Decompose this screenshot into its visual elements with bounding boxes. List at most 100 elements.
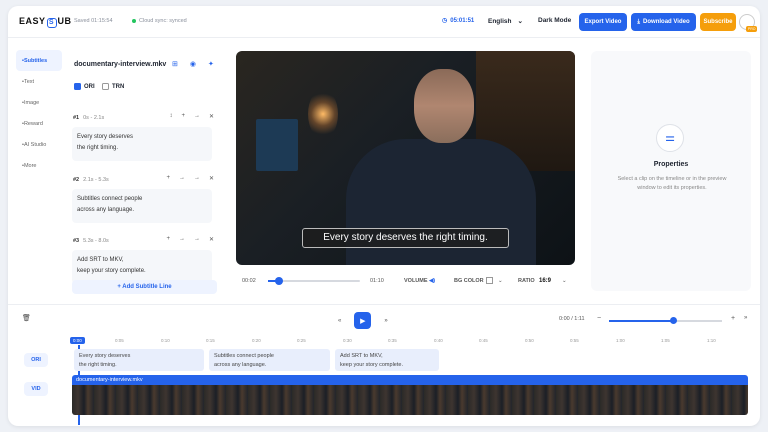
- subtitle-caption[interactable]: Every story deserves the right timing.: [302, 228, 509, 248]
- sync-dot-icon: [132, 19, 136, 23]
- subtitle-item[interactable]: #1 0s - 2.1s ↕ + → ✕ Every story deserves the…: [68, 113, 220, 161]
- close-icon[interactable]: ✕: [209, 236, 214, 243]
- cloud-sync-status: Cloud sync: synced: [132, 18, 187, 24]
- video-thumbnails: [72, 385, 748, 415]
- subtitle-clip[interactable]: Add SRT to MKV, keep your story complete.: [335, 349, 439, 371]
- ruler-tick: 1:00: [616, 338, 625, 343]
- close-icon[interactable]: ✕: [209, 113, 214, 120]
- ruler-tick: 0:35: [388, 338, 397, 343]
- pro-badge: PRO: [746, 26, 757, 32]
- rewind-icon[interactable]: «: [338, 318, 341, 324]
- trn-checkbox[interactable]: TRN: [102, 83, 124, 90]
- magic-icon[interactable]: ✦: [208, 60, 214, 68]
- ori-checkbox[interactable]: ORI: [74, 83, 95, 90]
- chevron-down-icon[interactable]: ⌄: [498, 278, 503, 284]
- trash-icon[interactable]: 🗑: [22, 314, 31, 322]
- play-button[interactable]: ▶: [354, 312, 372, 329]
- subtitle-text[interactable]: Add SRT to MKV, keep your story complete.: [72, 250, 212, 284]
- forward-icon[interactable]: »: [384, 318, 387, 324]
- timeline-time: 0:00 / 1:11: [559, 316, 585, 322]
- dark-mode-toggle[interactable]: Dark Mode: [538, 17, 571, 24]
- bg-color-label: BG COLOR: [454, 278, 484, 284]
- track-label-ori[interactable]: ORI: [24, 353, 48, 367]
- sidebar-item-ai-studio[interactable]: • AI Studio: [16, 134, 62, 155]
- export-video-button[interactable]: Export Video: [579, 13, 627, 31]
- checkbox-empty-icon: [102, 83, 109, 90]
- video-clip[interactable]: documentary-interview.mkv: [72, 375, 748, 415]
- zoom-out-icon[interactable]: −: [597, 315, 601, 322]
- zoom-in-icon[interactable]: +: [731, 315, 735, 322]
- ruler-tick: 1:10: [707, 338, 716, 343]
- download-icon: ⤓: [637, 18, 641, 25]
- subtitle-panel: documentary-interview.mkv ⊞ ◉ ✦ ORI TRN …: [68, 50, 220, 298]
- panel-tools: ⊞ ◉ ✦: [172, 60, 214, 68]
- sidebar-item-subtitles[interactable]: • Subtitles: [16, 50, 62, 71]
- merge-icon[interactable]: →: [179, 236, 185, 243]
- duration: 01:10: [370, 278, 384, 284]
- subtitle-clip[interactable]: Every story deserves the right timing.: [74, 349, 204, 371]
- ruler-tick: 0:55: [570, 338, 579, 343]
- add-icon[interactable]: +: [181, 113, 185, 120]
- track-label-vid[interactable]: VID: [24, 382, 48, 396]
- sidebar-item-more[interactable]: • More: [16, 155, 62, 176]
- player-controls: 00:02 01:10 VOLUME ◀) BG COLOR ⌄ RATIO 1…: [236, 274, 575, 288]
- ratio-label: RATIO: [518, 278, 535, 284]
- sidebar-item-text[interactable]: • Text: [16, 71, 62, 92]
- add-icon[interactable]: +: [166, 175, 170, 182]
- video-preview[interactable]: Every story deserves the right timing.: [236, 51, 575, 265]
- sliders-icon: ⚌: [656, 124, 684, 152]
- top-bar: EASY S UB Saved 01:15:54 Cloud sync: synce…: [8, 6, 760, 38]
- subtitle-item[interactable]: #3 5.3s - 8.0s + → → ✕ Add SRT to MKV, keep y…: [68, 236, 220, 284]
- sidebar-item-reward[interactable]: • Reward: [16, 113, 62, 134]
- fit-icon[interactable]: »: [744, 315, 747, 321]
- app-window: EASY S UB Saved 01:15:54 Cloud sync: synce…: [8, 6, 760, 426]
- time-ruler[interactable]: 0:00 0:05 0:10 0:15 0:20 0:25 0:30 0:35 …: [70, 337, 760, 347]
- logo: EASY S UB: [19, 16, 72, 28]
- next-icon[interactable]: →: [194, 236, 200, 243]
- add-icon[interactable]: +: [166, 236, 170, 243]
- subtitle-clip[interactable]: Subtitles connect people across any langu…: [209, 349, 330, 371]
- scene-lamp: [308, 89, 338, 139]
- seek-bar[interactable]: [268, 277, 360, 285]
- bg-color-swatch[interactable]: [486, 277, 493, 284]
- file-name: documentary-interview.mkv: [74, 61, 167, 68]
- next-icon[interactable]: →: [194, 175, 200, 182]
- ruler-tick: 0:20: [252, 338, 261, 343]
- logo-mark: S: [46, 18, 57, 28]
- ratio-select[interactable]: 16:9: [539, 278, 551, 284]
- ruler-tick: 0:40: [434, 338, 443, 343]
- scene-monitor: [256, 119, 298, 171]
- avatar[interactable]: PRO: [739, 14, 757, 32]
- split-icon[interactable]: ↕: [169, 113, 172, 120]
- ruler-tick: 0:25: [297, 338, 306, 343]
- close-icon[interactable]: ✕: [209, 175, 214, 182]
- subtitle-text[interactable]: Every story deserves the right timing.: [72, 127, 212, 161]
- seek-handle[interactable]: [275, 277, 283, 285]
- download-video-button[interactable]: ⤓ Download Video: [631, 13, 696, 31]
- sidebar-item-image[interactable]: • Image: [16, 92, 62, 113]
- properties-panel: ⚌ Properties Select a clip on the timeli…: [591, 51, 751, 291]
- subtitle-item[interactable]: #2 2.1s - 5.3s + → → ✕ Subtitles connect peo…: [68, 175, 220, 223]
- volume-control[interactable]: VOLUME ◀): [404, 278, 435, 284]
- current-time: 00:02: [242, 278, 256, 284]
- language-select[interactable]: English ⌄: [488, 17, 523, 26]
- merge-icon[interactable]: →: [179, 175, 185, 182]
- scene-person-head: [414, 69, 474, 143]
- zoom-slider[interactable]: [609, 317, 722, 324]
- session-timer: ◷ 05:01:51: [442, 17, 475, 25]
- speaker-icon[interactable]: ◀): [429, 278, 435, 284]
- ruler-tick: 0:15: [206, 338, 215, 343]
- subscribe-button[interactable]: Subscribe: [700, 13, 736, 31]
- add-subtitle-line-button[interactable]: + Add Subtitle Line: [72, 280, 217, 294]
- chevron-down-icon[interactable]: ⌄: [562, 278, 567, 284]
- properties-title: Properties: [653, 161, 689, 168]
- clock-icon: ◷: [442, 18, 448, 24]
- zoom-handle[interactable]: [670, 317, 677, 324]
- grid-icon[interactable]: ⊞: [172, 60, 178, 68]
- ruler-tick: 0:50: [525, 338, 534, 343]
- palette-icon[interactable]: ◉: [190, 60, 196, 68]
- ruler-tick: 0:10: [161, 338, 170, 343]
- merge-icon[interactable]: →: [194, 113, 200, 120]
- ruler-tick: 0:30: [343, 338, 352, 343]
- subtitle-text[interactable]: Subtitles connect people across any langu…: [72, 189, 212, 223]
